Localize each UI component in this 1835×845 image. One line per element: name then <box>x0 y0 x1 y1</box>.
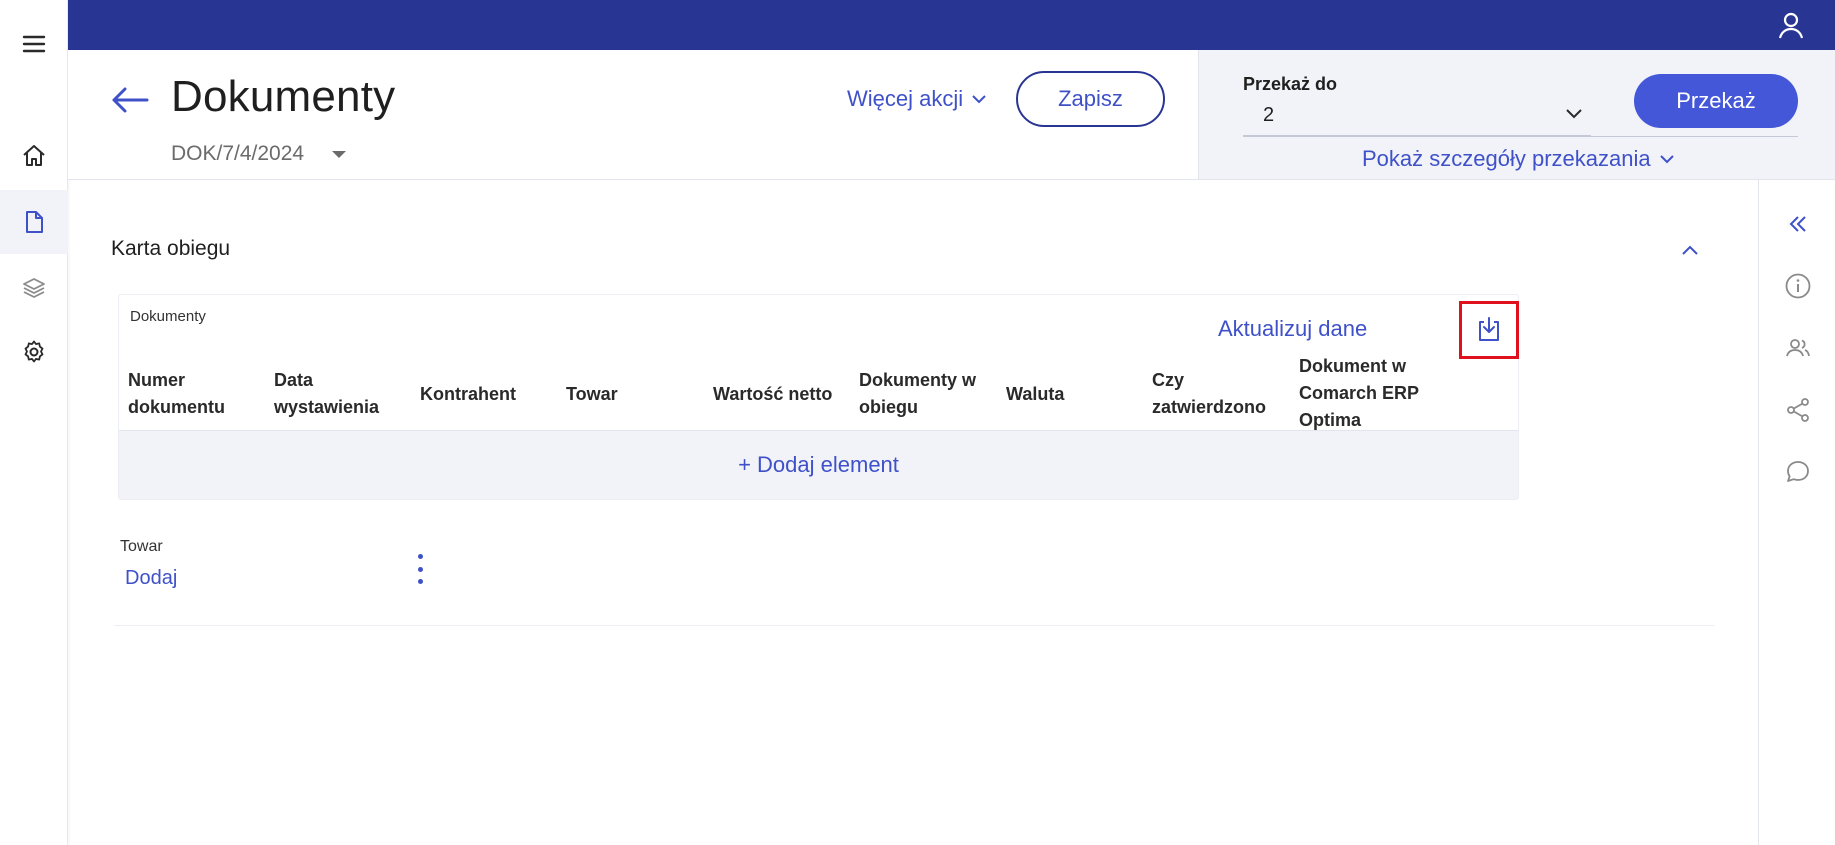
transfer-button[interactable]: Przekaż <box>1634 74 1798 128</box>
transfer-to-value: 2 <box>1263 104 1275 126</box>
collapse-panel-button[interactable] <box>1759 202 1835 246</box>
hamburger-menu-icon <box>22 35 46 53</box>
column-header-contractor[interactable]: Kontrahent <box>420 381 516 408</box>
more-vertical-icon-dot <box>417 566 423 572</box>
column-header-currency[interactable]: Waluta <box>1006 381 1064 408</box>
user-icon <box>1778 12 1804 39</box>
top-bar <box>68 0 1835 50</box>
transfer-to-select[interactable]: 2 <box>1243 96 1591 136</box>
more-actions-button[interactable]: Więcej akcji <box>847 86 987 112</box>
comment-icon <box>1786 461 1809 482</box>
column-header-goods[interactable]: Towar <box>566 381 618 408</box>
document-icon <box>26 211 43 233</box>
column-header-document-number[interactable]: Numer dokumentu <box>128 367 225 421</box>
transfer-panel: Przekaż do 2 Przekaż Pokaż szczegóły prz… <box>1198 50 1835 180</box>
info-icon <box>1785 273 1810 299</box>
download-button[interactable] <box>1459 301 1519 359</box>
left-nav-rail <box>0 0 68 845</box>
download-icon <box>1479 317 1499 341</box>
participants-button[interactable] <box>1759 326 1835 370</box>
share-icon <box>1786 398 1809 422</box>
transfer-divider <box>1243 136 1798 137</box>
more-actions-label: Więcej akcji <box>847 86 964 111</box>
nav-item-settings[interactable] <box>0 320 68 384</box>
document-number-dropdown[interactable]: DOK/7/4/2024 <box>171 142 347 166</box>
info-button[interactable] <box>1759 264 1835 308</box>
gear-icon <box>24 340 44 363</box>
caret-down-icon <box>332 150 347 158</box>
chevron-down-icon <box>972 95 986 104</box>
share-button[interactable] <box>1759 388 1835 432</box>
nav-item-documents[interactable] <box>0 190 68 254</box>
comments-button[interactable] <box>1759 450 1835 494</box>
show-transfer-details-link[interactable]: Pokaż szczegóły przekazania <box>1362 146 1675 172</box>
column-header-issue-date[interactable]: Data wystawienia <box>274 367 379 421</box>
user-account-button[interactable] <box>1773 7 1809 43</box>
transfer-to-label: Przekaż do <box>1243 74 1338 94</box>
collapse-section-button[interactable] <box>1676 238 1704 262</box>
transfer-details-label: Pokaż szczegóły przekazania <box>1362 146 1651 171</box>
nav-item-home[interactable] <box>0 124 68 188</box>
save-button[interactable]: Zapisz <box>1016 71 1165 127</box>
add-goods-link[interactable]: Dodaj <box>125 567 177 590</box>
add-element-button[interactable]: + Dodaj element <box>119 431 1518 499</box>
home-icon <box>23 145 45 166</box>
chevron-up-icon <box>1682 245 1698 255</box>
column-header-documents-in-workflow[interactable]: Dokumenty w obiegu <box>859 367 976 421</box>
documents-table: Dokumenty Aktualizuj dane Numer dokumentu… <box>118 294 1519 500</box>
app-root: Dokumenty DOK/7/4/2024 Więcej akcji Zapi… <box>0 0 1835 845</box>
users-icon <box>1785 339 1810 357</box>
goods-label: Towar <box>120 538 163 555</box>
double-chevron-left-icon <box>1789 216 1806 232</box>
right-tool-rail <box>1758 180 1835 845</box>
back-button[interactable] <box>108 80 152 120</box>
document-header: Dokumenty DOK/7/4/2024 Więcej akcji Zapi… <box>68 50 1198 180</box>
layers-icon <box>23 278 45 298</box>
nav-item-layers[interactable] <box>0 256 68 320</box>
hamburger-menu-button[interactable] <box>0 12 68 76</box>
more-vertical-icon-dot <box>417 554 423 559</box>
chevron-down-icon <box>1659 155 1674 164</box>
table-header: Numer dokumentu Data wystawienia Kontrahen… <box>119 356 1518 431</box>
column-header-erp-document[interactable]: Dokument w Comarch ERP Optima <box>1299 353 1419 434</box>
section-divider <box>114 625 1714 626</box>
column-header-net-value[interactable]: Wartość netto <box>713 381 832 408</box>
page-title: Dokumenty <box>171 72 396 121</box>
section-title: Karta obiegu <box>111 237 231 260</box>
document-number: DOK/7/4/2024 <box>171 142 305 165</box>
arrow-left-icon <box>112 87 149 113</box>
chevron-down-icon <box>1566 109 1582 119</box>
table-caption: Dokumenty <box>130 308 206 325</box>
column-header-approved[interactable]: Czy zatwierdzono <box>1152 367 1266 421</box>
more-vertical-icon-dot <box>417 579 423 584</box>
update-data-button[interactable]: Aktualizuj dane <box>1218 316 1367 342</box>
goods-more-button[interactable] <box>410 552 430 586</box>
